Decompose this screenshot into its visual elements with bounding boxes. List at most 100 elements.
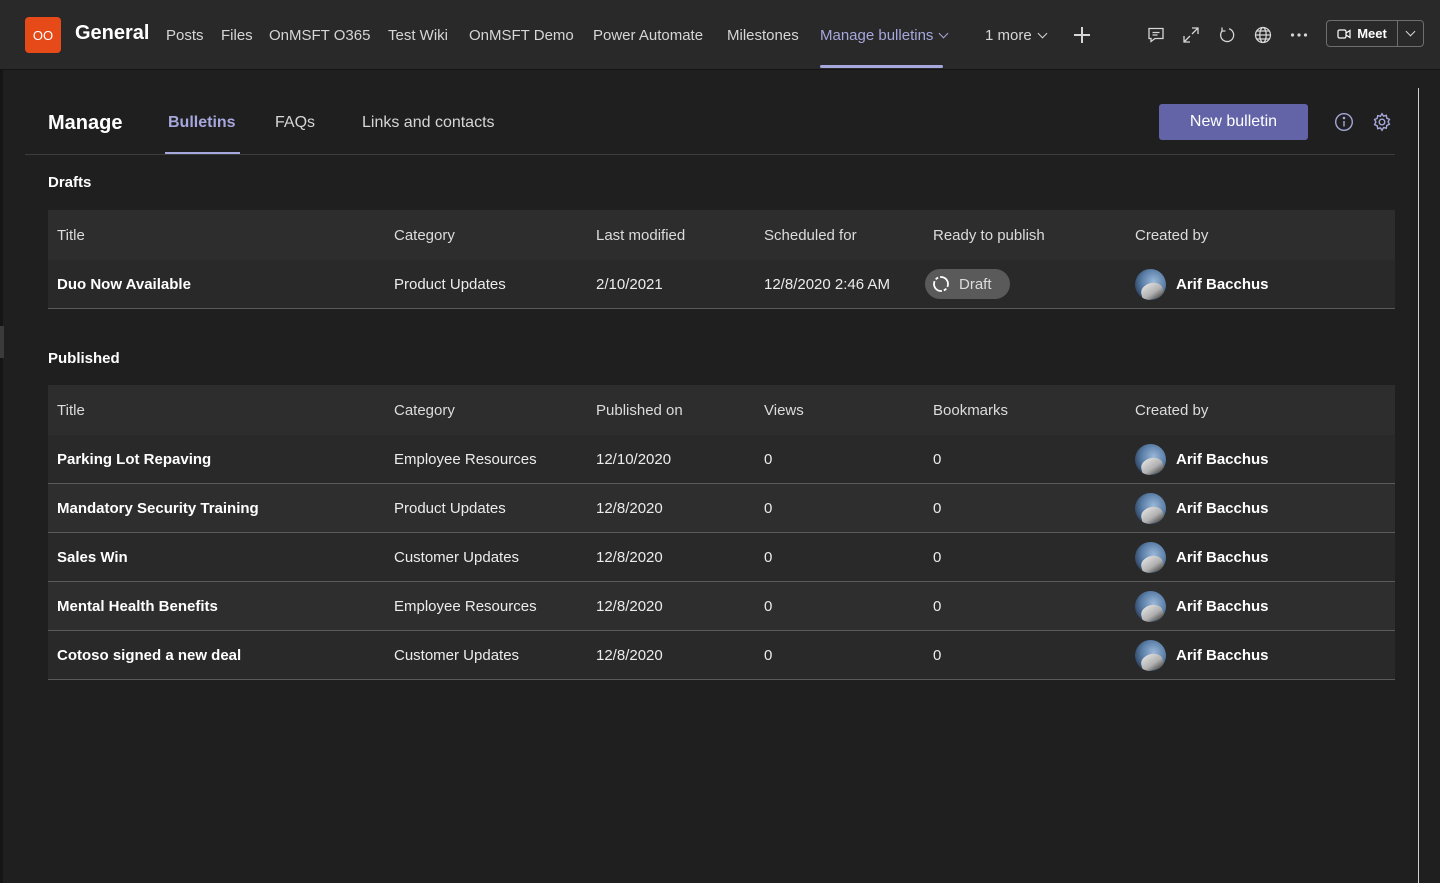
- column-header[interactable]: Scheduled for: [764, 210, 857, 260]
- published-on: 12/8/2020: [596, 597, 663, 615]
- bulletin-title[interactable]: Mandatory Security Training: [57, 484, 259, 532]
- creator-name: Arif Bacchus: [1176, 450, 1269, 468]
- created-by: Arif Bacchus: [1135, 435, 1269, 483]
- column-header[interactable]: Views: [764, 385, 804, 435]
- tab-files[interactable]: Files: [221, 27, 253, 44]
- tab-posts[interactable]: Posts: [166, 27, 204, 44]
- tab-onmsft-o365[interactable]: OnMSFT O365: [269, 27, 370, 44]
- created-by: Arif Bacchus: [1135, 582, 1269, 630]
- tab-test-wiki[interactable]: Test Wiki: [388, 27, 448, 44]
- created-by: Arif Bacchus: [1135, 260, 1269, 308]
- column-header[interactable]: Created by: [1135, 210, 1208, 260]
- app-left-edge: [0, 70, 3, 883]
- refresh-icon[interactable]: [1217, 25, 1237, 45]
- chevron-down-icon: [1405, 26, 1416, 37]
- bulletin-title[interactable]: Sales Win: [57, 533, 128, 581]
- subtab-faqs[interactable]: FAQs: [275, 114, 315, 132]
- bulletin-category: Employee Resources: [394, 597, 537, 615]
- bulletin-category: Customer Updates: [394, 646, 520, 664]
- meet-dropdown-button[interactable]: [1397, 20, 1424, 47]
- column-header[interactable]: Published on: [596, 385, 683, 435]
- published-heading: Published: [48, 350, 120, 367]
- gear-icon[interactable]: [1372, 112, 1392, 132]
- column-header[interactable]: Created by: [1135, 385, 1208, 435]
- bulletin-category: Customer Updates: [394, 548, 520, 566]
- bookmarks-count: 0: [933, 499, 942, 517]
- column-header[interactable]: Last modified: [596, 210, 685, 260]
- bulletin-category: Product Updates: [394, 275, 506, 293]
- page-title: Manage: [48, 112, 123, 134]
- drafts-heading: Drafts: [48, 174, 92, 191]
- column-header[interactable]: Category: [394, 210, 455, 260]
- resize-handle[interactable]: [0, 326, 4, 358]
- published-table: Title Category Published on Views Bookma…: [48, 385, 1395, 680]
- tab-onmsft-demo[interactable]: OnMSFT Demo: [469, 27, 574, 44]
- bulletin-title[interactable]: Parking Lot Repaving: [57, 435, 211, 483]
- created-by: Arif Bacchus: [1135, 631, 1269, 679]
- info-icon[interactable]: [1334, 112, 1354, 132]
- created-by: Arif Bacchus: [1135, 484, 1269, 532]
- created-by: Arif Bacchus: [1135, 533, 1269, 581]
- progress-icon: [933, 276, 949, 292]
- avatar: [1135, 639, 1166, 671]
- divider: [25, 154, 1395, 155]
- tab-more[interactable]: 1 more: [985, 27, 1048, 44]
- bookmarks-count: 0: [933, 548, 942, 566]
- active-tab-indicator: [820, 65, 943, 68]
- table-row[interactable]: Mental Health Benefits Employee Resource…: [48, 582, 1395, 631]
- bookmarks-count: 0: [933, 646, 942, 664]
- table-row[interactable]: Duo Now Available Product Updates 2/10/2…: [48, 260, 1395, 309]
- video-camera-icon: [1337, 28, 1351, 39]
- avatar: [1135, 268, 1166, 300]
- views-count: 0: [764, 499, 773, 517]
- table-header: Title Category Last modified Scheduled f…: [48, 210, 1395, 260]
- creator-name: Arif Bacchus: [1176, 548, 1269, 566]
- column-header[interactable]: Title: [57, 385, 85, 435]
- published-on: 12/10/2020: [596, 450, 672, 468]
- creator-name: Arif Bacchus: [1176, 597, 1269, 615]
- bookmarks-count: 0: [933, 597, 942, 615]
- team-logo[interactable]: OO: [25, 17, 61, 53]
- globe-icon[interactable]: [1253, 25, 1273, 45]
- meet-label: Meet: [1357, 26, 1387, 41]
- subtab-links-and-contacts[interactable]: Links and contacts: [362, 114, 495, 132]
- table-row[interactable]: Cotoso signed a new deal Customer Update…: [48, 631, 1395, 680]
- column-header[interactable]: Ready to publish: [933, 210, 1045, 260]
- conversation-icon[interactable]: [1146, 25, 1166, 45]
- views-count: 0: [764, 597, 773, 615]
- published-on: 12/8/2020: [596, 548, 663, 566]
- bulletin-title[interactable]: Mental Health Benefits: [57, 582, 218, 630]
- bulletin-title[interactable]: Cotoso signed a new deal: [57, 631, 241, 679]
- column-header[interactable]: Bookmarks: [933, 385, 1008, 435]
- chevron-down-icon[interactable]: [938, 28, 949, 39]
- tab-more-label: 1 more: [985, 27, 1032, 44]
- expand-icon[interactable]: [1181, 25, 1201, 45]
- meet-button[interactable]: Meet: [1326, 20, 1398, 47]
- new-bulletin-button[interactable]: New bulletin: [1159, 104, 1308, 140]
- creator-name: Arif Bacchus: [1176, 499, 1269, 517]
- views-count: 0: [764, 646, 773, 664]
- column-header[interactable]: Category: [394, 385, 455, 435]
- drafts-table: Title Category Last modified Scheduled f…: [48, 210, 1395, 309]
- bulletin-title[interactable]: Duo Now Available: [57, 260, 191, 308]
- tab-milestones[interactable]: Milestones: [727, 27, 799, 44]
- chevron-down-icon: [1037, 28, 1048, 39]
- scrollbar[interactable]: [1418, 88, 1419, 883]
- table-row[interactable]: Sales Win Customer Updates 12/8/2020 0 0…: [48, 533, 1395, 582]
- status-label: Draft: [959, 275, 992, 293]
- channel-header: OO General Posts Files OnMSFT O365 Test …: [0, 0, 1440, 70]
- column-header[interactable]: Title: [57, 210, 85, 260]
- creator-name: Arif Bacchus: [1176, 275, 1269, 293]
- published-on: 12/8/2020: [596, 499, 663, 517]
- table-row[interactable]: Mandatory Security Training Product Upda…: [48, 484, 1395, 533]
- subtab-bulletins[interactable]: Bulletins: [168, 114, 236, 132]
- tab-power-automate[interactable]: Power Automate: [593, 27, 703, 44]
- add-tab-icon[interactable]: [1074, 27, 1090, 43]
- table-header: Title Category Published on Views Bookma…: [48, 385, 1395, 435]
- avatar: [1135, 492, 1166, 524]
- more-options-icon[interactable]: [1289, 25, 1309, 45]
- table-row[interactable]: Parking Lot Repaving Employee Resources …: [48, 435, 1395, 484]
- tab-manage-bulletins[interactable]: Manage bulletins: [820, 27, 949, 44]
- status-badge[interactable]: Draft: [925, 269, 1010, 299]
- channel-name: General: [75, 22, 150, 44]
